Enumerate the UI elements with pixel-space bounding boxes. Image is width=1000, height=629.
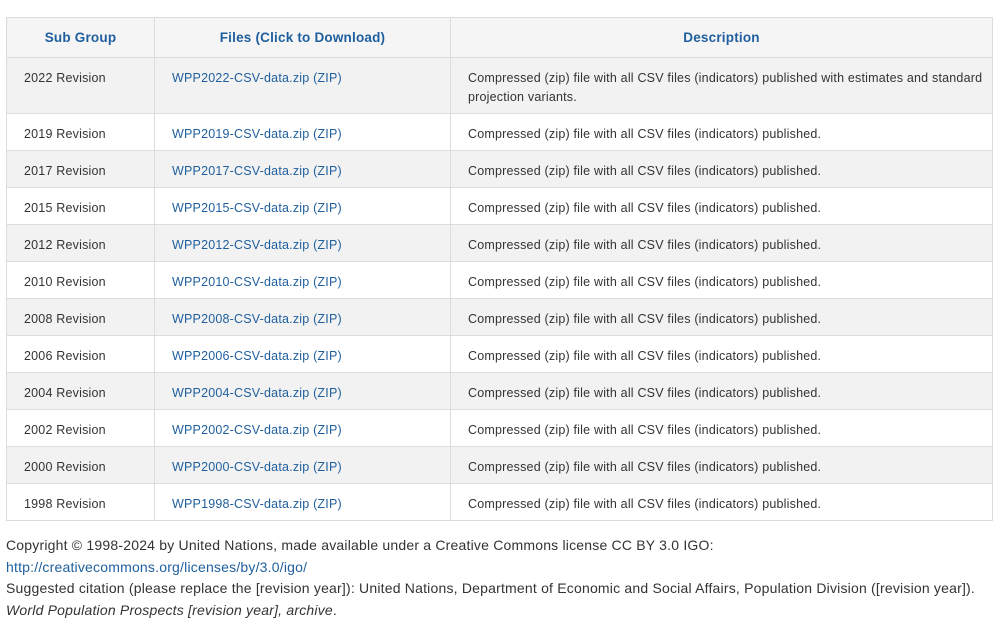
table-row: 2012 Revision WPP2012-CSV-data.zip (ZIP)… (6, 224, 993, 262)
description-cell: Compressed (zip) file with all CSV files… (450, 372, 993, 410)
column-header-subgroup: Sub Group (6, 17, 155, 58)
file-cell: WPP2017-CSV-data.zip (ZIP) (154, 150, 451, 188)
table-row: 2015 Revision WPP2015-CSV-data.zip (ZIP)… (6, 187, 993, 225)
file-cell: WPP2000-CSV-data.zip (ZIP) (154, 446, 451, 484)
subgroup-cell: 2006 Revision (6, 335, 155, 373)
file-cell: WPP2015-CSV-data.zip (ZIP) (154, 187, 451, 225)
copyright-notice: Copyright © 1998-2024 by United Nations,… (6, 535, 992, 578)
file-cell: WPP2012-CSV-data.zip (ZIP) (154, 224, 451, 262)
description-cell: Compressed (zip) file with all CSV files… (450, 298, 993, 336)
description-cell: Compressed (zip) file with all CSV files… (450, 187, 993, 225)
table-row: 2006 Revision WPP2006-CSV-data.zip (ZIP)… (6, 335, 993, 373)
file-download-link[interactable]: WPP2002-CSV-data.zip (ZIP) (172, 423, 342, 437)
subgroup-cell: 2010 Revision (6, 261, 155, 299)
citation-text: Suggested citation (please replace the [… (6, 580, 976, 596)
file-cell: WPP2006-CSV-data.zip (ZIP) (154, 335, 451, 373)
copyright-text: Copyright © 1998-2024 by United Nations,… (6, 537, 714, 553)
description-cell: Compressed (zip) file with all CSV files… (450, 224, 993, 262)
description-cell: Compressed (zip) file with all CSV files… (450, 150, 993, 188)
file-cell: WPP2004-CSV-data.zip (ZIP) (154, 372, 451, 410)
file-download-link[interactable]: WPP2012-CSV-data.zip (ZIP) (172, 238, 342, 252)
table-row: 2000 Revision WPP2000-CSV-data.zip (ZIP)… (6, 446, 993, 484)
file-download-link[interactable]: WPP2000-CSV-data.zip (ZIP) (172, 460, 342, 474)
description-cell: Compressed (zip) file with all CSV files… (450, 261, 993, 299)
file-download-link[interactable]: WPP2010-CSV-data.zip (ZIP) (172, 275, 342, 289)
citation-end: . (332, 601, 337, 618)
subgroup-cell: 2008 Revision (6, 298, 155, 336)
table-row: 2002 Revision WPP2002-CSV-data.zip (ZIP)… (6, 409, 993, 447)
file-download-link[interactable]: WPP2017-CSV-data.zip (ZIP) (172, 164, 342, 178)
subgroup-cell: 1998 Revision (6, 483, 155, 521)
table-row: 2008 Revision WPP2008-CSV-data.zip (ZIP)… (6, 298, 993, 336)
subgroup-cell: 2012 Revision (6, 224, 155, 262)
file-cell: WPP2019-CSV-data.zip (ZIP) (154, 113, 451, 151)
file-cell: WPP1998-CSV-data.zip (ZIP) (154, 483, 451, 521)
table-row: 2004 Revision WPP2004-CSV-data.zip (ZIP)… (6, 372, 993, 410)
subgroup-cell: 2022 Revision (6, 57, 155, 114)
file-cell: WPP2002-CSV-data.zip (ZIP) (154, 409, 451, 447)
table-row: 2019 Revision WPP2019-CSV-data.zip (ZIP)… (6, 113, 993, 151)
downloads-table: Sub Group Files (Click to Download) Desc… (6, 17, 993, 521)
description-cell: Compressed (zip) file with all CSV files… (450, 113, 993, 151)
file-download-link[interactable]: WPP2004-CSV-data.zip (ZIP) (172, 386, 342, 400)
downloads-table-container: Sub Group Files (Click to Download) Desc… (6, 17, 993, 521)
column-header-description: Description (450, 17, 993, 58)
file-download-link[interactable]: WPP2019-CSV-data.zip (ZIP) (172, 127, 342, 141)
table-row: 2017 Revision WPP2017-CSV-data.zip (ZIP)… (6, 150, 993, 188)
subgroup-cell: 2002 Revision (6, 409, 155, 447)
file-download-link[interactable]: WPP2022-CSV-data.zip (ZIP) (172, 71, 342, 85)
subgroup-cell: 2019 Revision (6, 113, 155, 151)
table-header-row: Sub Group Files (Click to Download) Desc… (6, 17, 993, 58)
table-row: 2010 Revision WPP2010-CSV-data.zip (ZIP)… (6, 261, 993, 299)
citation-notice: Suggested citation (please replace the [… (6, 578, 992, 621)
subgroup-cell: 2017 Revision (6, 150, 155, 188)
citation-title: World Population Prospects [revision yea… (6, 601, 333, 618)
table-row: 2022 Revision WPP2022-CSV-data.zip (ZIP)… (6, 57, 993, 114)
description-cell: Compressed (zip) file with all CSV files… (450, 483, 993, 521)
file-download-link[interactable]: WPP2006-CSV-data.zip (ZIP) (172, 349, 342, 363)
subgroup-cell: 2004 Revision (6, 372, 155, 410)
file-cell: WPP2022-CSV-data.zip (ZIP) (154, 57, 451, 114)
table-row: 1998 Revision WPP1998-CSV-data.zip (ZIP)… (6, 483, 993, 521)
subgroup-cell: 2015 Revision (6, 187, 155, 225)
description-cell: Compressed (zip) file with all CSV files… (450, 446, 993, 484)
description-cell: Compressed (zip) file with all CSV files… (450, 335, 993, 373)
file-download-link[interactable]: WPP1998-CSV-data.zip (ZIP) (172, 497, 342, 511)
column-header-files: Files (Click to Download) (154, 17, 451, 58)
description-cell: Compressed (zip) file with all CSV files… (450, 57, 993, 114)
file-cell: WPP2008-CSV-data.zip (ZIP) (154, 298, 451, 336)
license-link[interactable]: http://creativecommons.org/licenses/by/3… (6, 559, 307, 575)
subgroup-cell: 2000 Revision (6, 446, 155, 484)
description-cell: Compressed (zip) file with all CSV files… (450, 409, 993, 447)
file-download-link[interactable]: WPP2015-CSV-data.zip (ZIP) (172, 201, 342, 215)
file-download-link[interactable]: WPP2008-CSV-data.zip (ZIP) (172, 312, 342, 326)
file-cell: WPP2010-CSV-data.zip (ZIP) (154, 261, 451, 299)
page-footer: Copyright © 1998-2024 by United Nations,… (6, 535, 992, 621)
